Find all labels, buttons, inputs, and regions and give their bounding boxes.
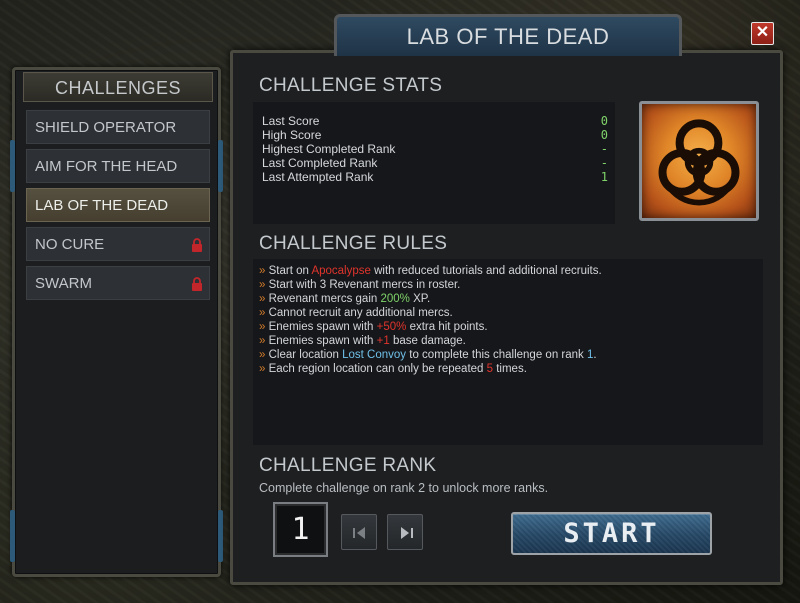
stats-box: Last Score 0 High Score 0 Highest Comple… [253,102,615,224]
rank-value: 1 [273,502,328,557]
start-button[interactable]: START [511,512,712,555]
challenge-item-label: AIM FOR THE HEAD [35,158,178,175]
bullet-icon: » [259,279,266,291]
bullet-icon: » [259,293,266,305]
rule-text: with reduced tutorials and additional re… [370,265,602,277]
stat-label: Last Completed Rank [262,156,378,170]
stat-row: Last Completed Rank - [262,156,612,170]
rule-highlight: 200% [380,293,410,305]
window-title: LAB OF THE DEAD [334,14,682,56]
challenges-title: CHALLENGES [23,72,213,102]
rules-box: » Start on Apocalypse with reduced tutor… [253,259,763,445]
stat-value: 0 [600,114,608,128]
challenge-item-aim-for-the-head[interactable]: AIM FOR THE HEAD [26,149,210,183]
stat-row: Last Score 0 [262,114,612,128]
challenge-item-lab-of-the-dead[interactable]: LAB OF THE DEAD [26,188,210,222]
rule-text: times. [493,363,527,375]
rule-line: » Clear location Lost Convoy to complete… [259,348,597,362]
challenge-item-label: SHIELD OPERATOR [35,119,177,136]
stat-value: - [600,142,608,156]
rule-text: Each region location can only be repeate… [268,363,487,375]
challenge-item-label: SWARM [35,275,92,292]
rule-line: » Enemies spawn with +1 base damage. [259,334,466,348]
stat-label: Last Attempted Rank [262,170,374,184]
panel-edge-accent [218,140,223,192]
rank-title: CHALLENGE RANK [259,455,437,476]
arrow-left-icon [353,527,365,539]
bullet-icon: » [259,265,266,277]
stat-value: - [600,156,608,170]
rules-title: CHALLENGE RULES [259,233,448,254]
lock-icon [192,238,202,252]
arrow-right-icon [401,527,413,539]
rule-text: Cannot recruit any additional mercs. [268,307,453,319]
stat-row: High Score 0 [262,128,612,142]
rule-text: Start on [268,265,312,277]
rule-line: » Cannot recruit any additional mercs. [259,306,453,320]
rule-highlight: Lost Convoy [342,349,407,361]
stat-row: Last Attempted Rank 1 [262,170,612,184]
rule-line: » Each region location can only be repea… [259,362,527,376]
bullet-icon: » [259,363,266,375]
rank-subtitle: Complete challenge on rank 2 to unlock m… [259,481,549,495]
rule-text: Clear location [268,349,343,361]
rule-text: to complete this challenge on rank [406,349,587,361]
rule-line: » Enemies spawn with +50% extra hit poin… [259,320,488,334]
bullet-icon: » [259,307,266,319]
challenge-detail-panel: CHALLENGE STATS Last Score 0 High Score … [230,50,783,585]
panel-edge-accent [218,510,223,562]
panel-edge-accent [10,510,15,562]
lock-icon [192,277,202,291]
biohazard-icon [658,119,740,206]
rule-text: Enemies spawn with [268,321,377,333]
bullet-icon: » [259,335,266,347]
rule-text: . [593,349,597,361]
stat-label: Highest Completed Rank [262,142,396,156]
rule-text: Revenant mercs gain [268,293,381,305]
challenge-item-no-cure[interactable]: NO CURE [26,227,210,261]
rule-line: » Revenant mercs gain 200% XP. [259,292,430,306]
rule-text: XP. [409,293,431,305]
close-button[interactable]: ✕ [751,22,774,45]
bullet-icon: » [259,349,266,361]
challenge-item-shield-operator[interactable]: SHIELD OPERATOR [26,110,210,144]
rule-line: » Start with 3 Revenant mercs in roster. [259,278,460,292]
rule-line: » Start on Apocalypse with reduced tutor… [259,264,602,278]
rule-text: Start with 3 Revenant mercs in roster. [268,279,461,291]
stat-label: Last Score [262,114,320,128]
rule-text: base damage. [389,335,466,347]
stat-row: Highest Completed Rank - [262,142,612,156]
rule-highlight: +50% [376,321,407,333]
challenge-emblem [639,101,759,221]
stat-value: 0 [600,128,608,142]
rule-highlight: Apocalypse [311,265,371,277]
challenge-item-swarm[interactable]: SWARM [26,266,210,300]
rank-next-button[interactable] [387,514,423,550]
challenge-item-label: NO CURE [35,236,105,253]
challenge-item-label: LAB OF THE DEAD [35,197,169,214]
rank-prev-button[interactable] [341,514,377,550]
panel-edge-accent [10,140,15,192]
challenges-panel: CHALLENGES SHIELD OPERATOR AIM FOR THE H… [10,67,223,577]
bullet-icon: » [259,321,266,333]
close-icon: ✕ [755,24,770,41]
stats-title: CHALLENGE STATS [259,75,443,96]
rule-text: extra hit points. [406,321,488,333]
rule-text: Enemies spawn with [268,335,377,347]
rule-highlight: +1 [376,335,390,347]
stat-label: High Score [262,128,322,142]
stat-value: 1 [600,170,608,184]
